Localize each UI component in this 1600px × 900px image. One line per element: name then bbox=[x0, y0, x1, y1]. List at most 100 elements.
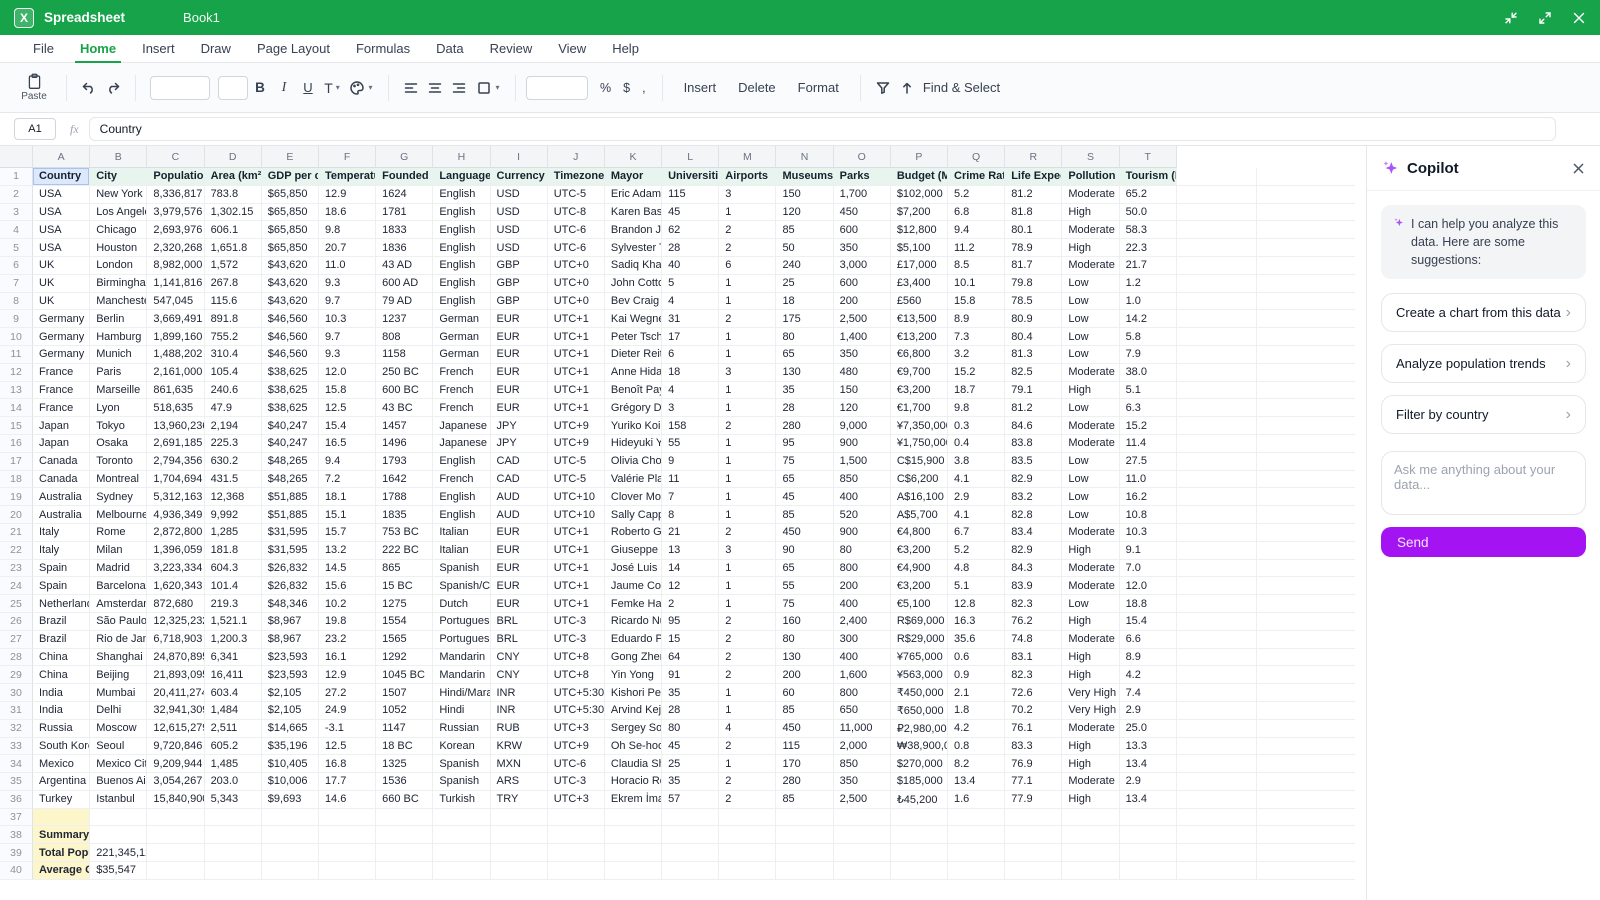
cell-C33[interactable]: 9,720,846 bbox=[147, 738, 204, 756]
fill-color-button[interactable]: ▾ bbox=[344, 76, 378, 100]
grid-corner[interactable] bbox=[0, 146, 33, 168]
cell-M4[interactable]: 2 bbox=[719, 221, 776, 239]
cell-G6[interactable]: 43 AD bbox=[376, 257, 433, 275]
cell-A1[interactable]: Country bbox=[33, 168, 90, 186]
cell-S6[interactable]: Moderate bbox=[1062, 257, 1119, 275]
cell-T17[interactable]: 27.5 bbox=[1120, 453, 1177, 471]
cell-Q11[interactable]: 3.2 bbox=[948, 346, 1005, 364]
cell-N27[interactable]: 80 bbox=[776, 631, 833, 649]
cell-R13[interactable]: 79.1 bbox=[1005, 382, 1062, 400]
cell-H26[interactable]: Portuguese bbox=[433, 613, 490, 631]
cell-E21[interactable]: $31,595 bbox=[262, 524, 319, 542]
cell-J12[interactable]: UTC+1 bbox=[548, 364, 605, 382]
cell-M27[interactable]: 2 bbox=[719, 631, 776, 649]
cell-L8[interactable]: 4 bbox=[662, 293, 719, 311]
cell-H12[interactable]: French bbox=[433, 364, 490, 382]
cell-M38[interactable] bbox=[719, 826, 776, 844]
cell-M9[interactable]: 2 bbox=[719, 310, 776, 328]
cell-G25[interactable]: 1275 bbox=[376, 595, 433, 613]
cell-G34[interactable]: 1325 bbox=[376, 755, 433, 773]
cell-K7[interactable]: John Cotton bbox=[605, 275, 662, 293]
cell-P36[interactable]: ₺45,200 bbox=[891, 791, 948, 809]
cell-B2[interactable]: New York bbox=[90, 186, 147, 204]
cell-S19[interactable]: Low bbox=[1062, 488, 1119, 506]
cell-B4[interactable]: Chicago bbox=[90, 221, 147, 239]
cell-G33[interactable]: 18 BC bbox=[376, 738, 433, 756]
cell-M25[interactable]: 1 bbox=[719, 595, 776, 613]
cell-D5[interactable]: 1,651.8 bbox=[205, 239, 262, 257]
cell-M37[interactable] bbox=[719, 809, 776, 827]
cell-F37[interactable] bbox=[319, 809, 376, 827]
cell-T4[interactable]: 58.3 bbox=[1120, 221, 1177, 239]
cell-F19[interactable]: 18.1 bbox=[319, 488, 376, 506]
cell-Q39[interactable] bbox=[948, 844, 1005, 862]
menu-item-data[interactable]: Data bbox=[423, 35, 476, 62]
row-header-4[interactable]: 4 bbox=[0, 221, 33, 239]
cell-L16[interactable]: 55 bbox=[662, 435, 719, 453]
cell-R5[interactable]: 78.9 bbox=[1005, 239, 1062, 257]
cell-H18[interactable]: French bbox=[433, 471, 490, 489]
cell-P2[interactable]: $102,000 bbox=[891, 186, 948, 204]
cell-P23[interactable]: €4,900 bbox=[891, 560, 948, 578]
cell-O6[interactable]: 3,000 bbox=[834, 257, 891, 275]
cell-R29[interactable]: 82.3 bbox=[1005, 666, 1062, 684]
cell-E5[interactable]: $65,850 bbox=[262, 239, 319, 257]
cell-C14[interactable]: 518,635 bbox=[147, 399, 204, 417]
cell-Q20[interactable]: 4.1 bbox=[948, 506, 1005, 524]
cell-P8[interactable]: £560 bbox=[891, 293, 948, 311]
cell-R20[interactable]: 82.8 bbox=[1005, 506, 1062, 524]
cell-G31[interactable]: 1052 bbox=[376, 702, 433, 720]
cell-H8[interactable]: English bbox=[433, 293, 490, 311]
cell-G26[interactable]: 1554 bbox=[376, 613, 433, 631]
cell-P37[interactable] bbox=[891, 809, 948, 827]
cell-P3[interactable]: $7,200 bbox=[891, 204, 948, 222]
cell-T21[interactable]: 10.3 bbox=[1120, 524, 1177, 542]
cell-K24[interactable]: Jaume Collboni bbox=[605, 577, 662, 595]
cell-O40[interactable] bbox=[834, 862, 891, 880]
cell-Q14[interactable]: 9.8 bbox=[948, 399, 1005, 417]
cell-Q12[interactable]: 15.2 bbox=[948, 364, 1005, 382]
cell-C15[interactable]: 13,960,236 bbox=[147, 417, 204, 435]
cell-L18[interactable]: 11 bbox=[662, 471, 719, 489]
cell-R18[interactable]: 82.9 bbox=[1005, 471, 1062, 489]
cell-K1[interactable]: Mayor bbox=[605, 168, 662, 186]
cell-N1[interactable]: Museums bbox=[776, 168, 833, 186]
cell-I17[interactable]: CAD bbox=[491, 453, 548, 471]
cell-P14[interactable]: €1,700 bbox=[891, 399, 948, 417]
cell-L34[interactable]: 25 bbox=[662, 755, 719, 773]
col-header-M[interactable]: M bbox=[719, 146, 776, 168]
cell-A4[interactable]: USA bbox=[33, 221, 90, 239]
cell-O23[interactable]: 800 bbox=[834, 560, 891, 578]
cell-H10[interactable]: German bbox=[433, 328, 490, 346]
col-header-O[interactable]: O bbox=[834, 146, 891, 168]
cell-T10[interactable]: 5.8 bbox=[1120, 328, 1177, 346]
cell-E16[interactable]: $40,247 bbox=[262, 435, 319, 453]
cell-H36[interactable]: Turkish bbox=[433, 791, 490, 809]
cell-N37[interactable] bbox=[776, 809, 833, 827]
cell-N31[interactable]: 85 bbox=[776, 702, 833, 720]
cell-H40[interactable] bbox=[433, 862, 490, 880]
cell-T39[interactable] bbox=[1120, 844, 1177, 862]
cell-T3[interactable]: 50.0 bbox=[1120, 204, 1177, 222]
cell-H6[interactable]: English bbox=[433, 257, 490, 275]
cell-D11[interactable]: 310.4 bbox=[205, 346, 262, 364]
cell-K21[interactable]: Roberto Gualtieri bbox=[605, 524, 662, 542]
cell-R34[interactable]: 76.9 bbox=[1005, 755, 1062, 773]
cell-S17[interactable]: Low bbox=[1062, 453, 1119, 471]
cell-G40[interactable] bbox=[376, 862, 433, 880]
cell-I14[interactable]: EUR bbox=[491, 399, 548, 417]
cell-E25[interactable]: $48,346 bbox=[262, 595, 319, 613]
cell-B35[interactable]: Buenos Aires bbox=[90, 773, 147, 791]
cell-A20[interactable]: Australia bbox=[33, 506, 90, 524]
cell-J33[interactable]: UTC+9 bbox=[548, 738, 605, 756]
cell-Q13[interactable]: 18.7 bbox=[948, 382, 1005, 400]
cell-A25[interactable]: Netherlands bbox=[33, 595, 90, 613]
cell-P31[interactable]: ₹650,000 bbox=[891, 702, 948, 720]
row-header-25[interactable]: 25 bbox=[0, 595, 33, 613]
row-header-28[interactable]: 28 bbox=[0, 649, 33, 667]
sort-up-icon[interactable] bbox=[895, 76, 919, 100]
cell-Q1[interactable]: Crime Rate bbox=[948, 168, 1005, 186]
cell-K13[interactable]: Benoît Payan bbox=[605, 382, 662, 400]
cell-P26[interactable]: R$69,000 bbox=[891, 613, 948, 631]
cell-R15[interactable]: 84.6 bbox=[1005, 417, 1062, 435]
